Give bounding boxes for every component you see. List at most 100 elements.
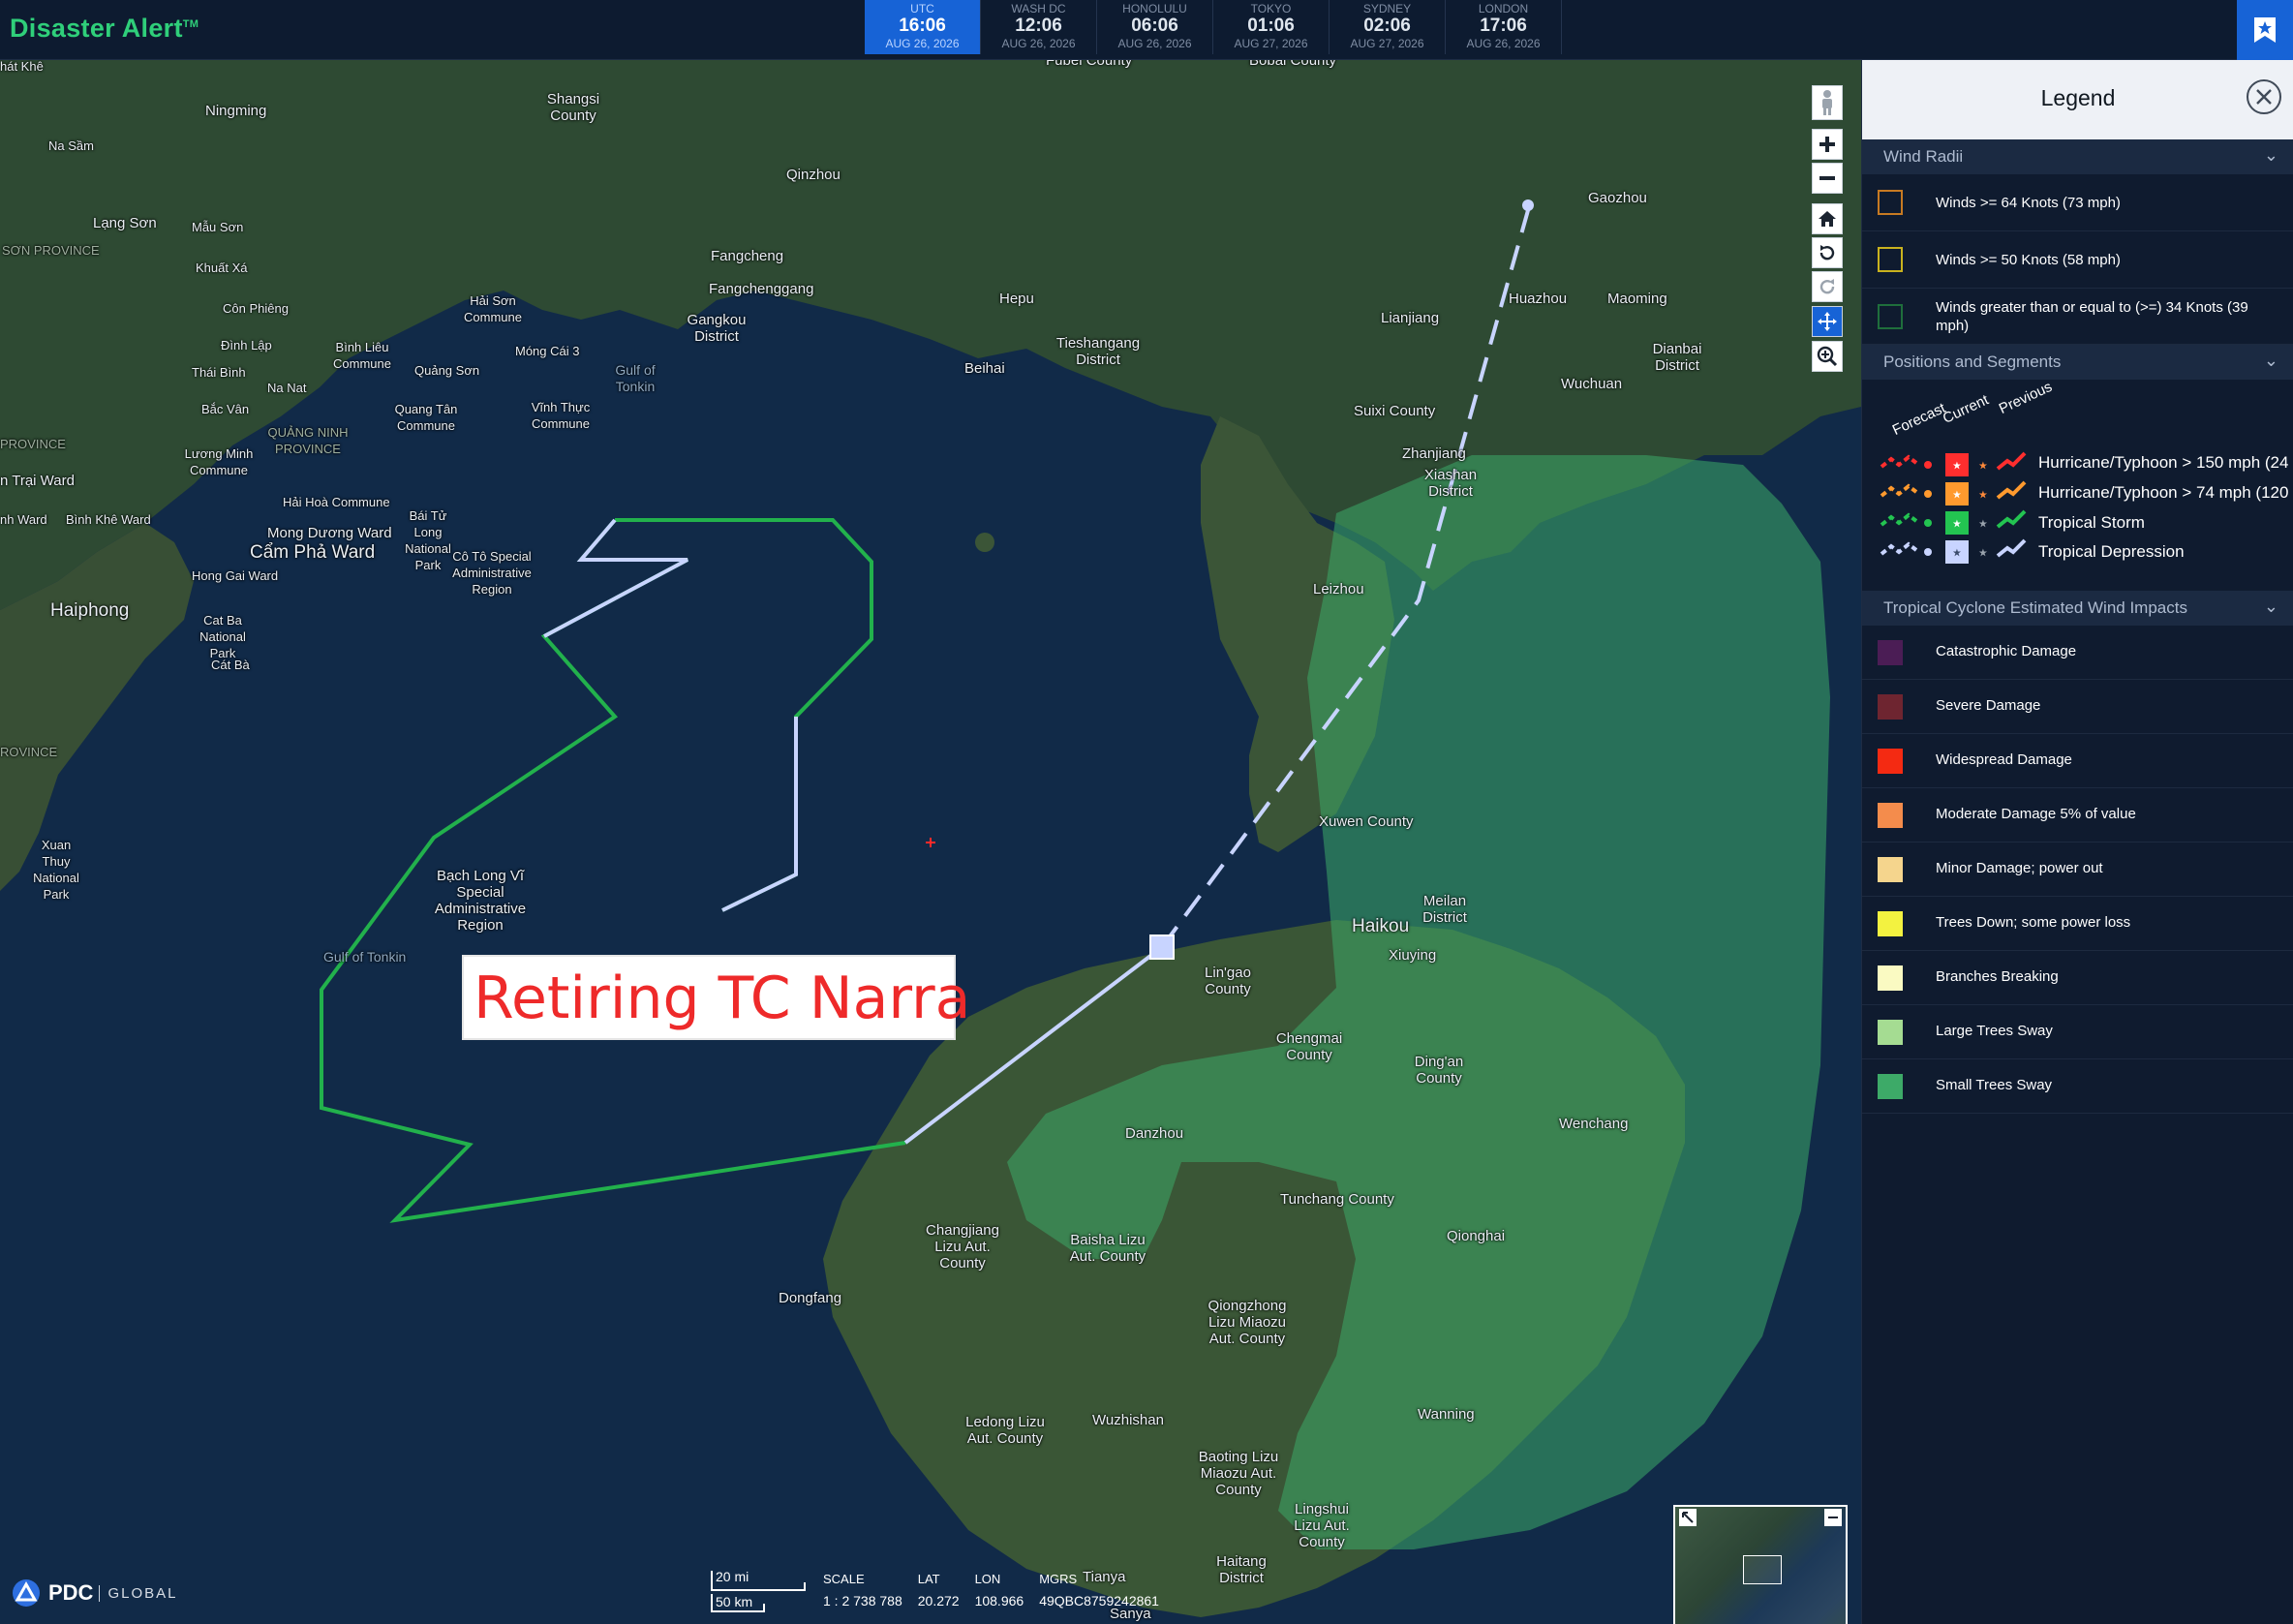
impact-swatch xyxy=(1878,1020,1903,1045)
clock-tokyo[interactable]: TOKYO 01:06 AUG 27, 2026 xyxy=(1213,0,1330,54)
place-label: Dongfang xyxy=(779,1290,842,1306)
map-view[interactable]: Fubei County Bobai County Ningming Shang… xyxy=(0,60,1861,1624)
place-label: Ningming xyxy=(205,103,267,119)
legend-item: Moderate Damage 5% of value xyxy=(1862,788,2293,843)
clock-london[interactable]: LONDON 17:06 AUG 26, 2026 xyxy=(1446,0,1562,54)
clock-date: AUG 26, 2026 xyxy=(1466,37,1541,50)
storm-name-text: Retiring TC Narra xyxy=(474,965,971,1032)
place-label: Ledong Lizu Aut. County xyxy=(965,1414,1045,1447)
place-label: Lương Minh Commune xyxy=(184,446,254,477)
rotate-right-button[interactable] xyxy=(1812,271,1843,302)
impact-swatch xyxy=(1878,749,1903,774)
scale-miles: 20 mi xyxy=(716,1569,749,1584)
rotate-left-button[interactable] xyxy=(1812,237,1843,268)
wind-radii-swatch xyxy=(1878,247,1903,272)
minimap-viewport[interactable] xyxy=(1743,1555,1782,1584)
home-button[interactable] xyxy=(1812,203,1843,234)
place-label: Na Sầm xyxy=(48,138,94,153)
chevron-down-icon[interactable]: ⌄ xyxy=(2264,145,2278,166)
place-label: Na Nat xyxy=(267,381,307,395)
clock-honolulu[interactable]: HONOLULU 06:06 AUG 26, 2026 xyxy=(1097,0,1213,54)
pan-tool-button[interactable] xyxy=(1812,306,1843,337)
overview-minimap[interactable] xyxy=(1673,1505,1848,1624)
clock-time: 06:06 xyxy=(1131,15,1178,36)
chevron-down-icon[interactable]: ⌄ xyxy=(2264,351,2278,371)
place-label: Gulf of Tonkin xyxy=(323,949,407,965)
section-wind-radii[interactable]: Wind Radii ⌄ xyxy=(1862,139,2293,174)
pdc-logo[interactable]: PDC GLOBAL xyxy=(10,1578,177,1608)
current-hurricane-icon: ٭ xyxy=(1945,482,1969,506)
expand-icon[interactable] xyxy=(1679,1509,1697,1526)
plus-icon xyxy=(1819,137,1835,152)
clock-utc[interactable]: UTC 16:06 AUG 26, 2026 xyxy=(865,0,981,54)
legend-item-label: Winds greater than or equal to (>=) 34 K… xyxy=(1936,299,2248,334)
lat-readout: LAT 20.272 xyxy=(918,1569,960,1611)
place-label: Wuzhishan xyxy=(1092,1412,1164,1428)
clock-city: HONOLULU xyxy=(1122,2,1187,15)
legend-item: Winds >= 64 Knots (73 mph) xyxy=(1862,174,2293,231)
place-label: Dianbai District xyxy=(1652,341,1702,374)
mgrs-value: 49QBC8759242861 xyxy=(1039,1593,1159,1609)
place-label: Móng Cái 3 xyxy=(515,344,580,358)
legend-item-label: Hurricane/Typhoon > 74 mph (120 xyxy=(2038,483,2289,502)
place-label: Mong Dương Ward xyxy=(267,525,392,541)
legend-item-label: Large Trees Sway xyxy=(1936,1023,2053,1039)
clock-date: AUG 26, 2026 xyxy=(1117,37,1192,50)
place-label: Meilan District xyxy=(1422,893,1467,926)
clock-sydney[interactable]: SYDNEY 02:06 AUG 27, 2026 xyxy=(1330,0,1446,54)
minimize-icon[interactable] xyxy=(1824,1509,1842,1526)
place-label: Cẩm Phả Ward xyxy=(250,542,376,563)
place-label: Fangchenggang xyxy=(709,281,814,297)
clock-date: AUG 27, 2026 xyxy=(1234,37,1308,50)
street-view-button[interactable] xyxy=(1812,85,1843,120)
legend-item-label: Moderate Damage 5% of value xyxy=(1936,806,2136,822)
place-label: Gulf of Tonkin xyxy=(615,362,656,394)
zoom-in-button[interactable] xyxy=(1812,129,1843,160)
move-arrows-icon xyxy=(1818,312,1837,331)
coordinate-status: SCALE 1 : 2 738 788 LAT 20.272 LON 108.9… xyxy=(823,1569,1159,1611)
place-label: Maoming xyxy=(1607,291,1667,307)
place-label: Lianjiang xyxy=(1381,310,1440,326)
svg-text:٭: ٭ xyxy=(1978,484,1988,505)
bookmark-button[interactable] xyxy=(2237,0,2293,60)
legend-item: Severe Damage xyxy=(1862,680,2293,734)
place-label: hát Khê xyxy=(0,60,44,74)
place-label: Mẫu Sơn xyxy=(192,220,244,234)
zoom-out-button[interactable] xyxy=(1812,163,1843,194)
place-label: Xiuying xyxy=(1389,947,1437,964)
place-label: Lin'gao County xyxy=(1205,965,1251,997)
previous-segment-icons: ٭ ٭ ٭ ٭ xyxy=(1978,451,2027,563)
place-label: Xiashan District xyxy=(1423,467,1478,500)
place-label: Baoting Lizu Miaozu Aut. County xyxy=(1198,1449,1279,1498)
section-positions-segments[interactable]: Positions and Segments ⌄ xyxy=(1862,345,2293,380)
place-label: Suixi County xyxy=(1354,403,1436,419)
place-label: Quang Tân Commune xyxy=(394,402,458,433)
scale-bar: 20 mi 50 km xyxy=(710,1569,807,1615)
scale-value: 1 : 2 738 788 xyxy=(823,1593,902,1609)
clock-date: AUG 26, 2026 xyxy=(1001,37,1076,50)
place-label: Wenchang xyxy=(1559,1116,1629,1132)
place-label: Lingshui Lizu Aut. County xyxy=(1294,1501,1350,1550)
clock-city: UTC xyxy=(910,2,934,15)
zoom-box-button[interactable] xyxy=(1812,341,1843,372)
clock-city: TOKYO xyxy=(1250,2,1292,15)
place-label: Cô Tô Special Administrative Region xyxy=(452,549,532,597)
place-label: Vĩnh Thực Commune xyxy=(531,400,591,431)
place-label: Baisha Lizu Aut. County xyxy=(1069,1232,1146,1265)
legend-close-button[interactable] xyxy=(2247,79,2281,114)
place-label: Hong Gai Ward xyxy=(192,568,279,583)
section-wind-impacts[interactable]: Tropical Cyclone Estimated Wind Impacts … xyxy=(1862,591,2293,626)
place-label: Lạng Sơn xyxy=(93,215,157,231)
legend-item-label: Catastrophic Damage xyxy=(1936,643,2077,659)
legend-item-label: Tropical Storm xyxy=(2038,513,2145,532)
legend-item-label: Winds >= 64 Knots (73 mph) xyxy=(1936,195,2121,211)
chevron-down-icon[interactable]: ⌄ xyxy=(2264,597,2278,617)
app-title: Disaster AlertTM xyxy=(10,14,199,44)
place-label: Cat Ba National Park xyxy=(199,613,246,660)
mgrs-readout: MGRS 49QBC8759242861 xyxy=(1039,1569,1159,1611)
clock-wash-dc[interactable]: WASH DC 12:06 AUG 26, 2026 xyxy=(981,0,1097,54)
impact-swatch xyxy=(1878,965,1903,991)
legend-item: Minor Damage; power out xyxy=(1862,843,2293,897)
minus-icon xyxy=(1819,176,1835,180)
place-label: Zhanjiang xyxy=(1402,445,1466,462)
